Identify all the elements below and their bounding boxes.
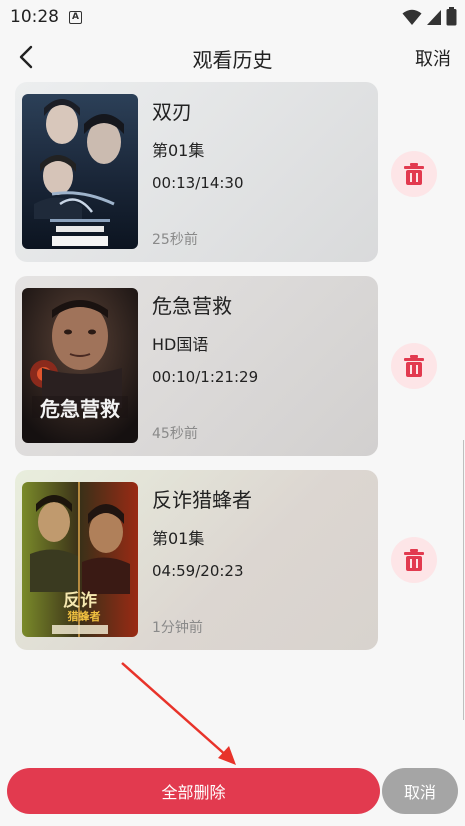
status-icons <box>402 7 457 26</box>
trash-icon <box>404 355 424 377</box>
item-episode: HD国语 <box>152 335 209 354</box>
notification-icon: A <box>69 10 82 24</box>
item-progress: 04:59/20:23 <box>152 562 244 580</box>
delete-item-button[interactable] <box>391 151 437 197</box>
item-progress: 00:10/1:21:29 <box>152 368 259 386</box>
delete-item-button[interactable] <box>391 537 437 583</box>
svg-text:反诈: 反诈 <box>63 591 97 611</box>
svg-text:危急营救: 危急营救 <box>40 397 120 421</box>
history-card[interactable]: 危急营救 危急营救 HD国语 00:10/1:21:29 45秒前 <box>15 276 378 456</box>
item-title: 双刃 <box>152 100 192 124</box>
battery-icon <box>446 7 457 26</box>
item-time-ago: 25秒前 <box>152 232 198 248</box>
cancel-button[interactable]: 取消 <box>415 45 451 71</box>
item-title: 危急营救 <box>152 294 232 318</box>
item-time-ago: 45秒前 <box>152 426 198 442</box>
page-title: 观看历史 <box>192 48 273 72</box>
item-progress: 00:13/14:30 <box>152 174 244 192</box>
poster-image: 危急营救 <box>22 288 138 443</box>
item-episode: 第01集 <box>152 529 205 548</box>
item-time-ago: 1分钟前 <box>152 620 203 636</box>
poster-image: 反诈 猎蜂者 <box>22 482 138 637</box>
history-card[interactable]: 反诈 猎蜂者 反诈猎蜂者 第01集 04:59/20:23 1分钟前 <box>15 470 378 650</box>
trash-icon <box>404 163 424 185</box>
svg-text:猎蜂者: 猎蜂者 <box>68 609 101 623</box>
item-episode: 第01集 <box>152 141 205 160</box>
bottom-cancel-button[interactable]: 取消 <box>382 768 458 814</box>
scroll-edge-line <box>463 440 464 720</box>
history-card[interactable]: 双刃 第01集 00:13/14:30 25秒前 <box>15 82 378 262</box>
poster-image <box>22 94 138 249</box>
signal-icon <box>427 9 441 25</box>
wifi-icon <box>402 9 422 25</box>
nav-bar: 观看历史 取消 <box>0 34 465 80</box>
trash-icon <box>404 549 424 571</box>
delete-item-button[interactable] <box>391 343 437 389</box>
status-bar: 10:28 A <box>0 0 465 34</box>
delete-all-button[interactable]: 全部删除 <box>7 768 380 814</box>
status-time: 10:28 <box>10 7 59 27</box>
item-title: 反诈猎蜂者 <box>152 488 252 512</box>
